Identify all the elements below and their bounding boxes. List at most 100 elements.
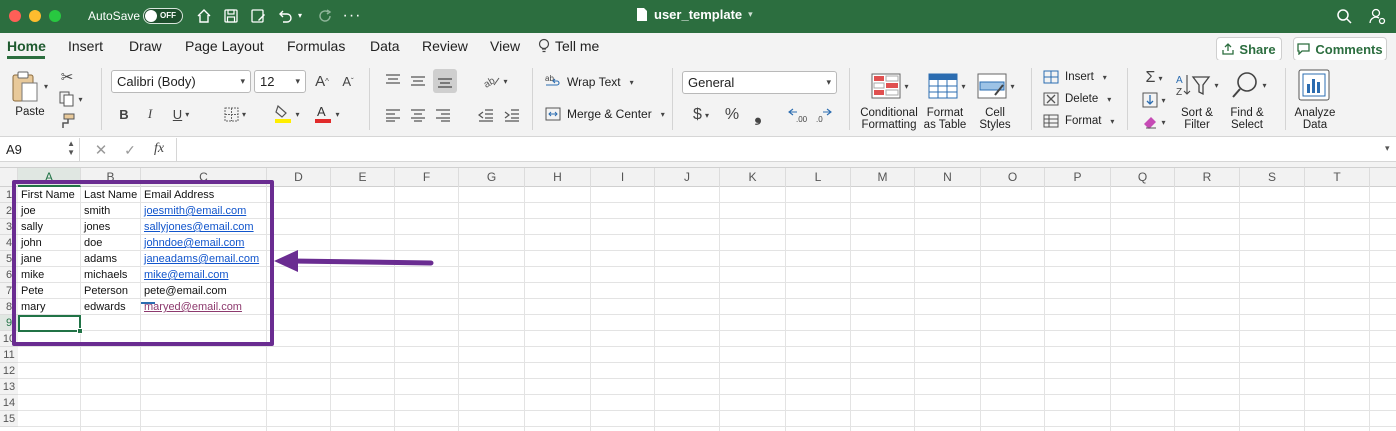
align-middle-icon[interactable] bbox=[408, 71, 428, 91]
zoom-window-button[interactable] bbox=[49, 10, 61, 22]
column-header-e[interactable]: E bbox=[331, 168, 395, 187]
save-icon[interactable] bbox=[220, 6, 242, 26]
column-header-q[interactable]: Q bbox=[1111, 168, 1175, 187]
increase-indent-icon[interactable] bbox=[502, 105, 522, 125]
format-painter-icon[interactable] bbox=[58, 112, 76, 130]
comma-style-icon[interactable]: ❟ bbox=[748, 105, 768, 125]
undo-icon[interactable] bbox=[274, 6, 296, 26]
column-header-s[interactable]: S bbox=[1240, 168, 1305, 187]
bold-icon[interactable]: B bbox=[116, 105, 132, 123]
orientation-icon[interactable]: ab ▾ bbox=[478, 71, 512, 91]
name-box[interactable]: A9 ▲ ▼ bbox=[0, 138, 80, 162]
comments-button[interactable]: Comments bbox=[1293, 37, 1387, 61]
comments-label: Comments bbox=[1315, 41, 1383, 57]
find-select-icon[interactable]: ▾ bbox=[1227, 70, 1271, 100]
decrease-font-size-icon[interactable]: Aˇ bbox=[338, 71, 358, 91]
more-options-icon[interactable]: ··· bbox=[341, 6, 363, 26]
expand-formula-bar-icon[interactable]: ▾ bbox=[1385, 143, 1390, 154]
row-header-13[interactable]: 13 bbox=[0, 379, 18, 395]
decrease-indent-icon[interactable] bbox=[476, 105, 496, 125]
home-icon[interactable] bbox=[193, 6, 215, 26]
row-header-14[interactable]: 14 bbox=[0, 395, 18, 411]
autosum-icon[interactable]: Σ ▾ bbox=[1139, 68, 1169, 88]
column-header-l[interactable]: L bbox=[786, 168, 851, 187]
paste-icon[interactable] bbox=[10, 70, 40, 104]
autosave-toggle[interactable]: OFF bbox=[143, 8, 183, 24]
format-as-table-icon[interactable]: ▾ bbox=[925, 71, 969, 101]
share-button[interactable]: Share bbox=[1216, 37, 1282, 61]
column-header-h[interactable]: H bbox=[525, 168, 591, 187]
column-header-g[interactable]: G bbox=[459, 168, 525, 187]
tab-data[interactable]: Data bbox=[370, 38, 400, 54]
increase-decimal-icon[interactable]: .00 bbox=[787, 105, 811, 125]
font-color-icon[interactable]: A ▾ bbox=[310, 103, 344, 125]
merge-center-button[interactable]: Merge & Center ▾ bbox=[545, 106, 665, 122]
confirm-entry-icon[interactable]: ✓ bbox=[121, 141, 139, 159]
row-header-11[interactable]: 11 bbox=[0, 347, 18, 363]
minimize-window-button[interactable] bbox=[29, 10, 41, 22]
borders-icon[interactable]: ▾ bbox=[218, 105, 252, 123]
cancel-entry-icon[interactable]: ✕ bbox=[92, 141, 110, 159]
fill-icon[interactable]: ▾ bbox=[1139, 90, 1169, 110]
align-right-icon[interactable] bbox=[433, 105, 453, 125]
sort-filter-icon[interactable]: A Z ▾ bbox=[1175, 70, 1219, 100]
tab-formulas[interactable]: Formulas bbox=[287, 38, 345, 54]
edit-save-icon[interactable] bbox=[247, 6, 269, 26]
close-window-button[interactable] bbox=[9, 10, 21, 22]
underline-icon[interactable]: U ▾ bbox=[166, 105, 196, 123]
column-header-r[interactable]: R bbox=[1175, 168, 1240, 187]
format-cells-button[interactable]: Format ▾ bbox=[1043, 114, 1114, 128]
row-header-12[interactable]: 12 bbox=[0, 363, 18, 379]
tab-review[interactable]: Review bbox=[422, 38, 468, 54]
cell-styles-icon[interactable]: ▾ bbox=[974, 71, 1018, 101]
account-settings-icon[interactable] bbox=[1366, 6, 1388, 26]
increase-font-size-icon[interactable]: A ^ bbox=[312, 71, 332, 91]
document-title[interactable]: user_template ▾ bbox=[636, 7, 753, 22]
copy-icon[interactable]: ▾ bbox=[58, 90, 84, 108]
formula-input[interactable] bbox=[180, 142, 1370, 158]
tab-draw[interactable]: Draw bbox=[129, 38, 162, 54]
column-header-j[interactable]: J bbox=[655, 168, 720, 187]
percent-icon[interactable]: % bbox=[722, 105, 742, 125]
tell-me-search[interactable]: Tell me bbox=[538, 38, 599, 54]
tab-home[interactable]: Home bbox=[7, 38, 46, 54]
decrease-decimal-icon[interactable]: .0 bbox=[813, 105, 837, 125]
clear-icon[interactable]: ▾ bbox=[1139, 112, 1169, 132]
tab-page-layout[interactable]: Page Layout bbox=[185, 38, 264, 54]
align-left-icon[interactable] bbox=[383, 105, 403, 125]
column-header-k[interactable]: K bbox=[720, 168, 786, 187]
redo-icon[interactable] bbox=[314, 6, 336, 26]
italic-icon[interactable]: I bbox=[142, 105, 158, 123]
tab-view[interactable]: View bbox=[490, 38, 520, 54]
column-header-m[interactable]: M bbox=[851, 168, 915, 187]
fill-color-icon[interactable]: ▾ bbox=[270, 103, 304, 125]
search-icon[interactable] bbox=[1333, 6, 1355, 26]
insert-cells-button[interactable]: Insert ▾ bbox=[1043, 70, 1107, 84]
font-name-select[interactable]: Calibri (Body) ▾ bbox=[111, 70, 251, 93]
delete-cells-button[interactable]: Delete ▾ bbox=[1043, 92, 1111, 106]
analyze-data-icon[interactable] bbox=[1297, 68, 1331, 102]
gridline-horizontal bbox=[18, 394, 1396, 395]
cut-icon[interactable]: ✂ bbox=[58, 68, 76, 86]
column-header-i[interactable]: I bbox=[591, 168, 655, 187]
column-header-f[interactable]: F bbox=[395, 168, 459, 187]
column-header-d[interactable]: D bbox=[267, 168, 331, 187]
align-bottom-icon[interactable] bbox=[433, 69, 457, 93]
currency-icon[interactable]: $ ▾ bbox=[684, 105, 718, 125]
name-box-stepper-icon[interactable]: ▲ ▼ bbox=[67, 139, 75, 157]
column-header-n[interactable]: N bbox=[915, 168, 981, 187]
tab-insert[interactable]: Insert bbox=[68, 38, 103, 54]
column-header-t[interactable]: T bbox=[1305, 168, 1370, 187]
column-header-o[interactable]: O bbox=[981, 168, 1045, 187]
number-format-select[interactable]: General ▾ bbox=[682, 71, 837, 94]
wrap-text-button[interactable]: ab Wrap Text ▾ bbox=[545, 74, 634, 90]
row-header-15[interactable]: 15 bbox=[0, 411, 18, 427]
insert-function-icon[interactable]: fx bbox=[154, 141, 164, 157]
conditional-formatting-icon[interactable]: ▾ bbox=[868, 71, 912, 101]
paste-dropdown-icon[interactable]: ▾ bbox=[44, 82, 48, 91]
font-size-select[interactable]: 12 ▾ bbox=[254, 70, 306, 93]
align-center-icon[interactable] bbox=[408, 105, 428, 125]
column-header-p[interactable]: P bbox=[1045, 168, 1111, 187]
align-top-icon[interactable] bbox=[383, 71, 403, 91]
undo-dropdown-icon[interactable]: ▾ bbox=[298, 11, 302, 20]
